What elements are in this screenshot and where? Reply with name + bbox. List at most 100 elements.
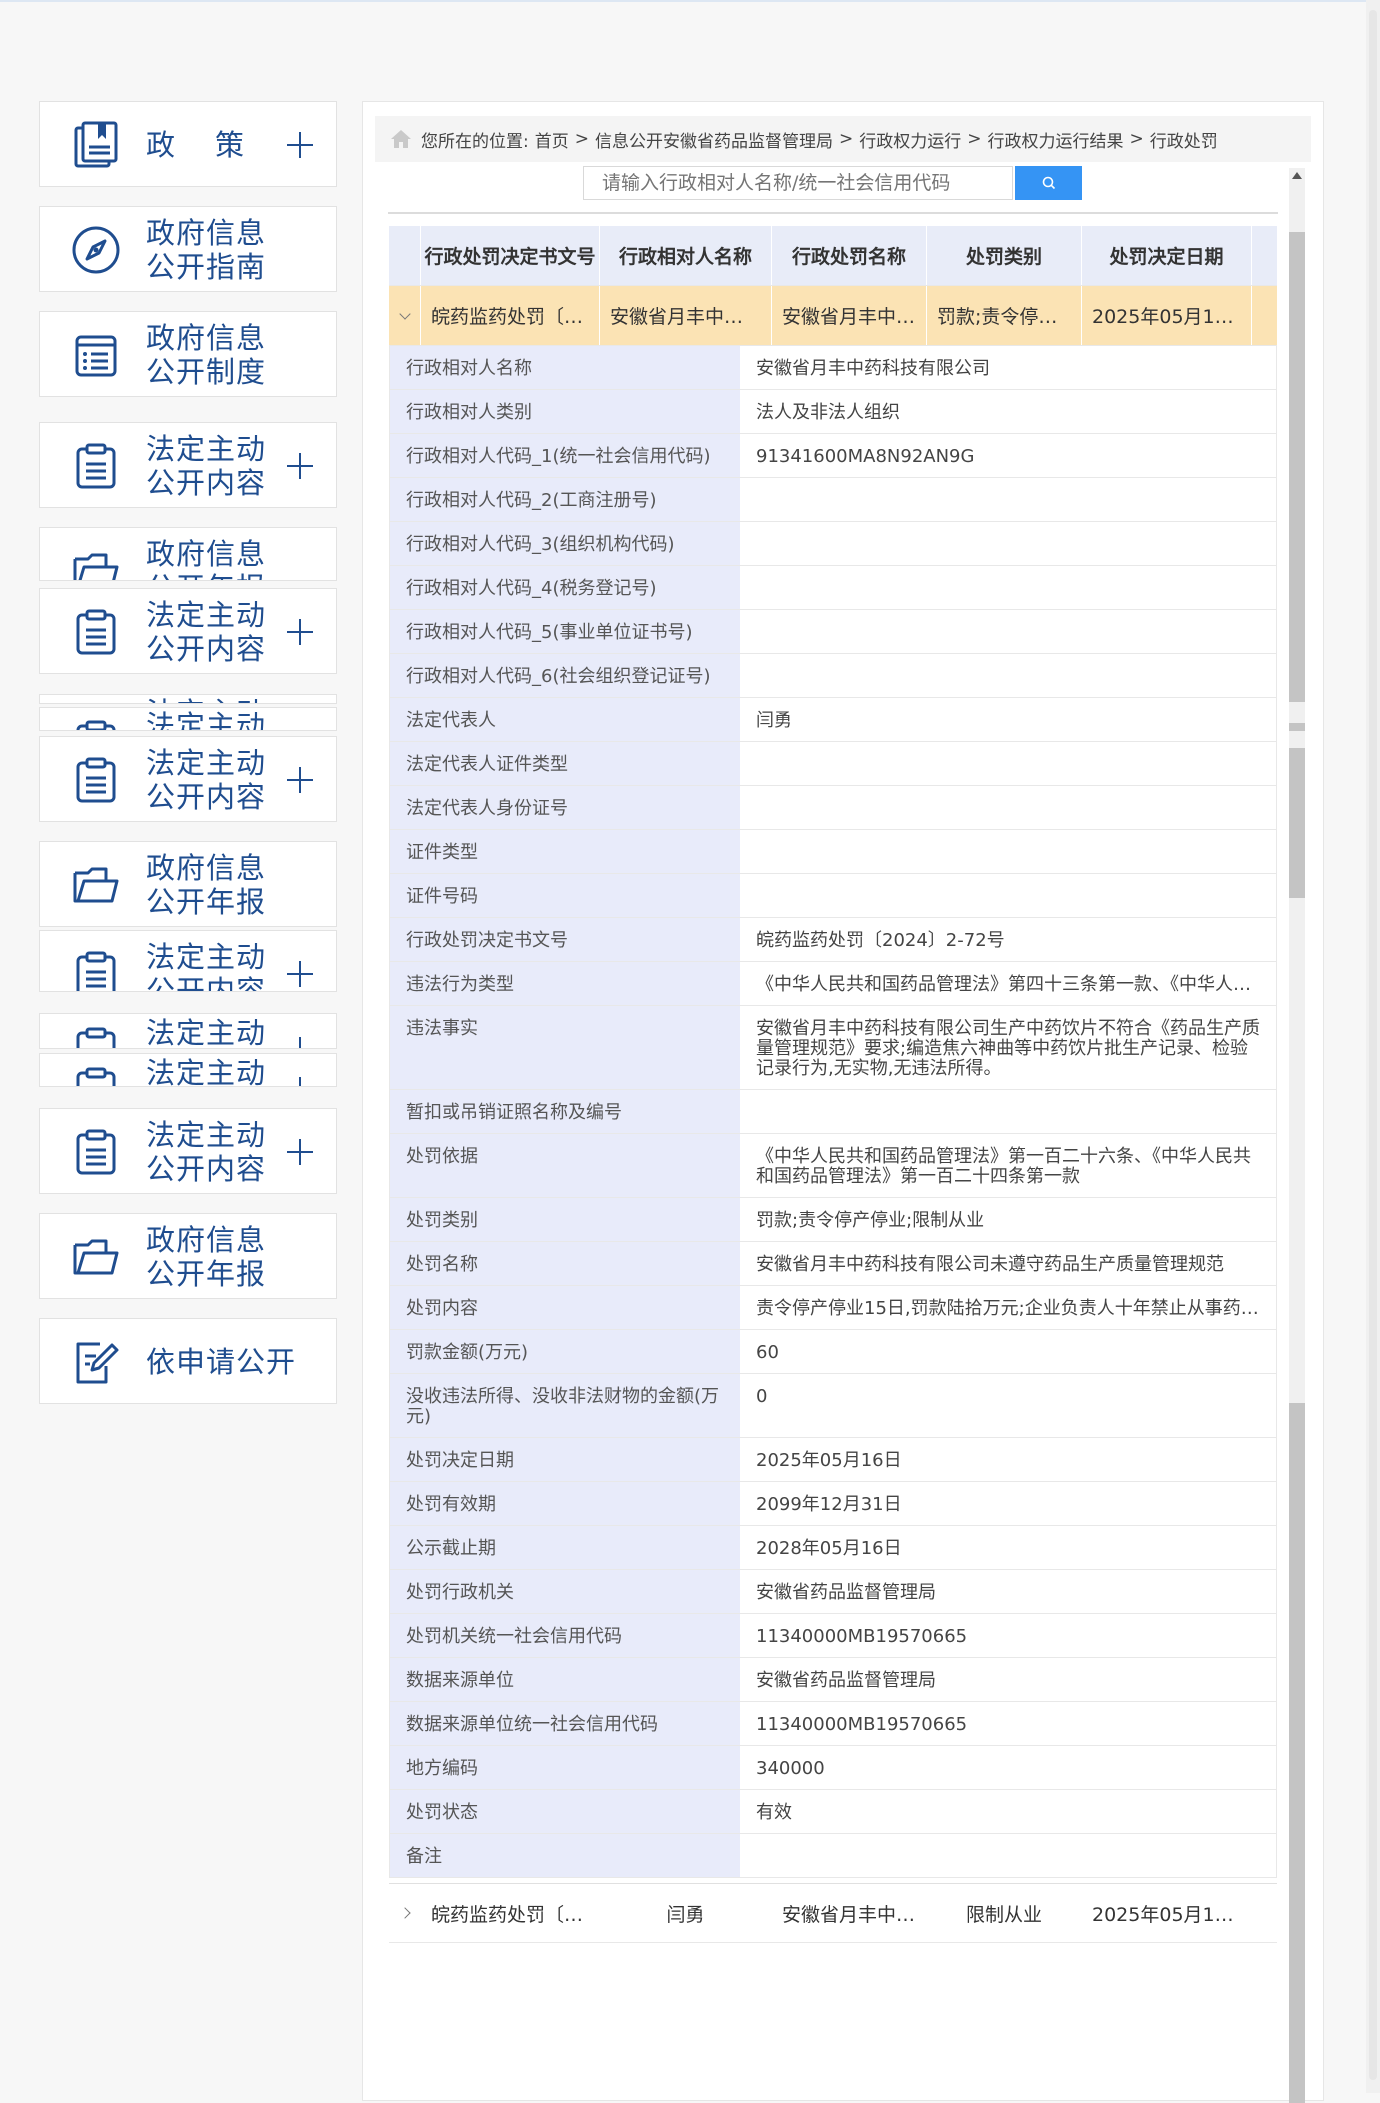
detail-value: 11340000MB19570665 bbox=[740, 1702, 1276, 1745]
compass-icon bbox=[70, 224, 122, 276]
sidebar-item-annual-report[interactable]: 政府信息 公开年报 bbox=[39, 1213, 337, 1299]
sidebar-item-active-disclosure[interactable]: 法定主动 公开内容 bbox=[39, 1013, 337, 1049]
sidebar-item-apply[interactable]: 依申请公开 bbox=[39, 1318, 337, 1404]
breadcrumb-admin-power[interactable]: 行政权力运行 bbox=[859, 127, 961, 152]
detail-row: 处罚状态 有效 bbox=[390, 1790, 1276, 1834]
plus-icon[interactable] bbox=[287, 1077, 313, 1086]
detail-row: 处罚机关统一社会信用代码 11340000MB19570665 bbox=[390, 1614, 1276, 1658]
detail-value: 罚款;责令停产停业;限制从业 bbox=[740, 1198, 1276, 1241]
sidebar-item-active-disclosure[interactable]: 法定主动 公开内容 bbox=[39, 588, 337, 674]
detail-key: 处罚依据 bbox=[390, 1134, 740, 1197]
column-header[interactable]: 行政相对人名称 bbox=[600, 226, 772, 285]
sidebar-item-label: 法定主动 公开内容 bbox=[146, 598, 267, 666]
table-header: 行政处罚决定书文号 行政相对人名称 行政处罚名称 处罚类别 处罚决定日期 bbox=[389, 226, 1277, 286]
detail-value bbox=[740, 566, 1276, 609]
sidebar-item-system[interactable]: 政府信息 公开制度 bbox=[39, 311, 337, 397]
sidebar-item-active-disclosure[interactable]: 法定主动 公开内容 bbox=[39, 1108, 337, 1194]
detail-key: 法定代表人 bbox=[390, 698, 740, 741]
detail-row: 处罚类别 罚款;责令停产停业;限制从业 bbox=[390, 1198, 1276, 1242]
column-header[interactable]: 行政处罚决定书文号 bbox=[421, 226, 600, 285]
page-scrollbar[interactable] bbox=[1366, 0, 1380, 2093]
scroll-up-arrow-icon[interactable] bbox=[1292, 172, 1302, 179]
sidebar-item-label: 法定主动 公开内容 bbox=[146, 1056, 267, 1087]
scrollbar-thumb[interactable] bbox=[1289, 748, 1305, 898]
detail-key: 证件号码 bbox=[390, 874, 740, 917]
detail-value: 《中华人民共和国药品管理法》第四十三条第一款、《中华人民共和国药品管理法》 bbox=[740, 962, 1276, 1005]
sidebar-item-guide[interactable]: 政府信息 公开指南 bbox=[39, 206, 337, 292]
table-cell: 2025年05月16日 bbox=[1092, 306, 1241, 328]
sidebar-item-active-disclosure[interactable]: 法定主动 公开内容 bbox=[39, 736, 337, 822]
plus-icon[interactable] bbox=[287, 961, 313, 987]
penalty-table: 行政处罚决定书文号 行政相对人名称 行政处罚名称 处罚类别 处罚决定日期 皖药监… bbox=[389, 226, 1277, 1943]
detail-value bbox=[740, 874, 1276, 917]
sidebar-item-policy[interactable]: 政策 bbox=[39, 101, 337, 187]
sidebar-item-active-disclosure[interactable]: 法定主动 公开内容 bbox=[39, 422, 337, 508]
detail-key: 行政相对人代码_1(统一社会信用代码) bbox=[390, 434, 740, 477]
detail-row: 行政相对人类别 法人及非法人组织 bbox=[390, 390, 1276, 434]
breadcrumb-home[interactable]: 首页 bbox=[535, 127, 569, 152]
detail-value: 11340000MB19570665 bbox=[740, 1614, 1276, 1657]
plus-icon[interactable] bbox=[287, 453, 313, 479]
sidebar-item-label: 法定主动 公开内容 bbox=[146, 695, 296, 703]
sidebar-item-annual-report[interactable]: 政府信息 公开年报 bbox=[39, 841, 337, 927]
search-button[interactable] bbox=[1015, 166, 1082, 200]
detail-key: 没收违法所得、没收非法财物的金额(万元) bbox=[390, 1374, 740, 1437]
detail-value: 安徽省月丰中药科技有限公司生产中药饮片不符合《药品生产质量管理规范》要求;编造焦… bbox=[740, 1006, 1276, 1089]
content-scrollbar[interactable] bbox=[1289, 168, 1305, 2103]
sidebar-item-label: 法定主动 公开内容 bbox=[146, 1016, 267, 1049]
main-panel: 您所在的位置: 首页 > 信息公开安徽省药品监督管理局 > 行政权力运行 > 行… bbox=[362, 101, 1324, 2103]
scrollbar-thumb[interactable] bbox=[1289, 232, 1305, 702]
detail-key: 处罚内容 bbox=[390, 1286, 740, 1329]
detail-value: 340000 bbox=[740, 1746, 1276, 1789]
plus-icon[interactable] bbox=[287, 767, 313, 793]
breadcrumb-current[interactable]: 行政处罚 bbox=[1150, 127, 1218, 152]
sidebar-item-label: 政府信息 公开年报 bbox=[146, 537, 267, 580]
expand-toggle[interactable] bbox=[389, 286, 421, 345]
detail-row: 证件类型 bbox=[390, 830, 1276, 874]
detail-value: 60 bbox=[740, 1330, 1276, 1373]
sidebar-item-active-disclosure[interactable]: 法定主动 公开内容 bbox=[39, 707, 337, 731]
expand-toggle[interactable] bbox=[389, 1884, 421, 1942]
detail-row: 处罚名称 安徽省月丰中药科技有限公司未遵守药品生产质量管理规范 bbox=[390, 1242, 1276, 1286]
breadcrumb-info-disclosure[interactable]: 信息公开安徽省药品监督管理局 bbox=[595, 127, 833, 152]
plus-icon[interactable] bbox=[287, 132, 313, 158]
detail-key: 行政相对人代码_6(社会组织登记证号) bbox=[390, 654, 740, 697]
folder-icon bbox=[70, 545, 122, 580]
detail-value: 2099年12月31日 bbox=[740, 1482, 1276, 1525]
table-row[interactable]: 皖药监药处罚〔2024〕2-72号 安徽省月丰中药科技有限公司 安徽省月丰中药科… bbox=[389, 286, 1277, 346]
sidebar-item-active-disclosure[interactable]: 法定主动 公开内容 bbox=[39, 930, 337, 992]
detail-row: 行政相对人代码_5(事业单位证书号) bbox=[390, 610, 1276, 654]
detail-key: 违法事实 bbox=[390, 1006, 740, 1089]
sidebar-item-label: 法定主动 公开内容 bbox=[146, 432, 267, 500]
expand-column-header bbox=[389, 226, 421, 285]
column-header[interactable]: 行政处罚名称 bbox=[772, 226, 927, 285]
scrollbar-thumb[interactable] bbox=[1289, 1403, 1305, 2103]
edit-doc-icon bbox=[70, 1336, 122, 1388]
search-input[interactable] bbox=[583, 166, 1013, 200]
breadcrumb-separator: > bbox=[838, 129, 854, 149]
plus-icon[interactable] bbox=[287, 619, 313, 645]
sidebar-item-label: 政府信息 公开指南 bbox=[146, 216, 267, 284]
column-header[interactable]: 处罚类别 bbox=[927, 226, 1082, 285]
sidebar-item-active-disclosure[interactable]: 法定主动 公开内容 bbox=[39, 1053, 337, 1087]
detail-value: 法人及非法人组织 bbox=[740, 390, 1276, 433]
page-scrollbar-thumb[interactable] bbox=[1369, 10, 1377, 2080]
detail-value: 91341600MA8N92AN9G bbox=[740, 434, 1276, 477]
table-cell: 限制从业 bbox=[965, 1903, 1042, 1926]
detail-value bbox=[740, 786, 1276, 829]
sidebar-item-active-disclosure[interactable]: 法定主动 公开内容 bbox=[39, 694, 337, 704]
sidebar-item-annual-report[interactable]: 政府信息 公开年报 bbox=[39, 527, 337, 581]
folder-icon bbox=[70, 1231, 122, 1283]
column-header[interactable]: 处罚决定日期 bbox=[1082, 226, 1252, 285]
scrollbar-thumb[interactable] bbox=[1289, 723, 1305, 731]
breadcrumb-admin-power-result[interactable]: 行政权力运行结果 bbox=[987, 127, 1123, 152]
detail-value: 2025年05月16日 bbox=[740, 1438, 1276, 1481]
breadcrumb-separator: > bbox=[967, 129, 982, 149]
detail-key: 公示截止期 bbox=[390, 1526, 740, 1569]
detail-value bbox=[740, 742, 1276, 785]
plus-icon[interactable] bbox=[287, 1139, 313, 1165]
detail-row: 行政相对人代码_2(工商注册号) bbox=[390, 478, 1276, 522]
plus-icon[interactable] bbox=[287, 1037, 313, 1048]
detail-row: 违法事实 安徽省月丰中药科技有限公司生产中药饮片不符合《药品生产质量管理规范》要求… bbox=[390, 1006, 1276, 1090]
table-row[interactable]: 皖药监药处罚〔2024〕2-72号 闫勇 安徽省月丰中药科技有限公司未遵守药品生… bbox=[389, 1883, 1277, 1943]
